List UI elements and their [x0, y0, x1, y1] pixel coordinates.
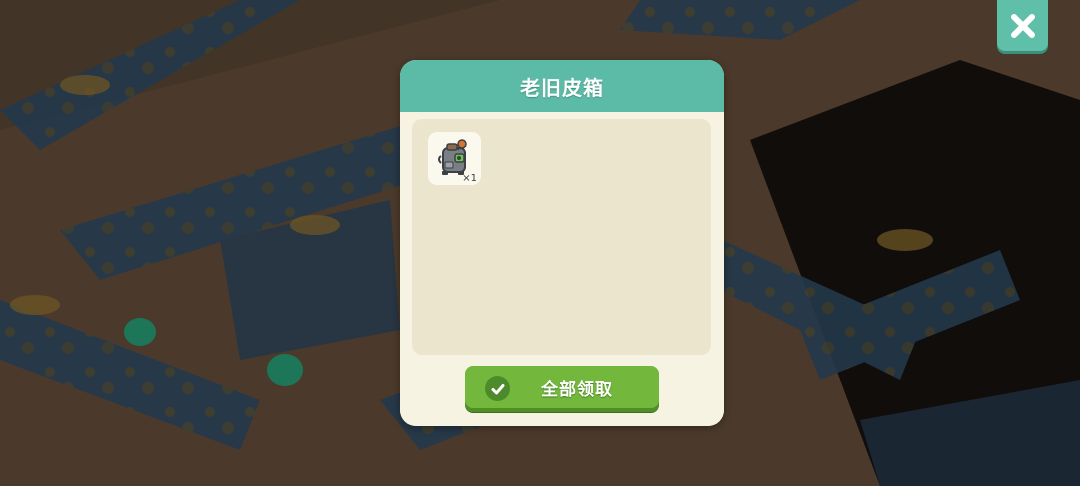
game-scene: 老旧皮箱 ×1 全部领取 [0, 0, 1080, 486]
reward-dialog: 老旧皮箱 ×1 全部领取 [400, 60, 724, 426]
item-count: ×1 [462, 173, 477, 184]
close-button[interactable] [997, 0, 1048, 51]
claim-all-button[interactable]: 全部领取 [465, 366, 659, 412]
items-panel: ×1 [412, 119, 711, 355]
item-slot[interactable]: ×1 [428, 132, 481, 185]
dialog-body: ×1 全部领取 [400, 112, 724, 426]
claim-all-label: 全部领取 [541, 379, 613, 400]
dialog-header: 老旧皮箱 [400, 60, 724, 112]
checkmark-icon [485, 376, 510, 401]
close-x-icon [1010, 13, 1035, 38]
dialog-title: 老旧皮箱 [520, 75, 604, 100]
